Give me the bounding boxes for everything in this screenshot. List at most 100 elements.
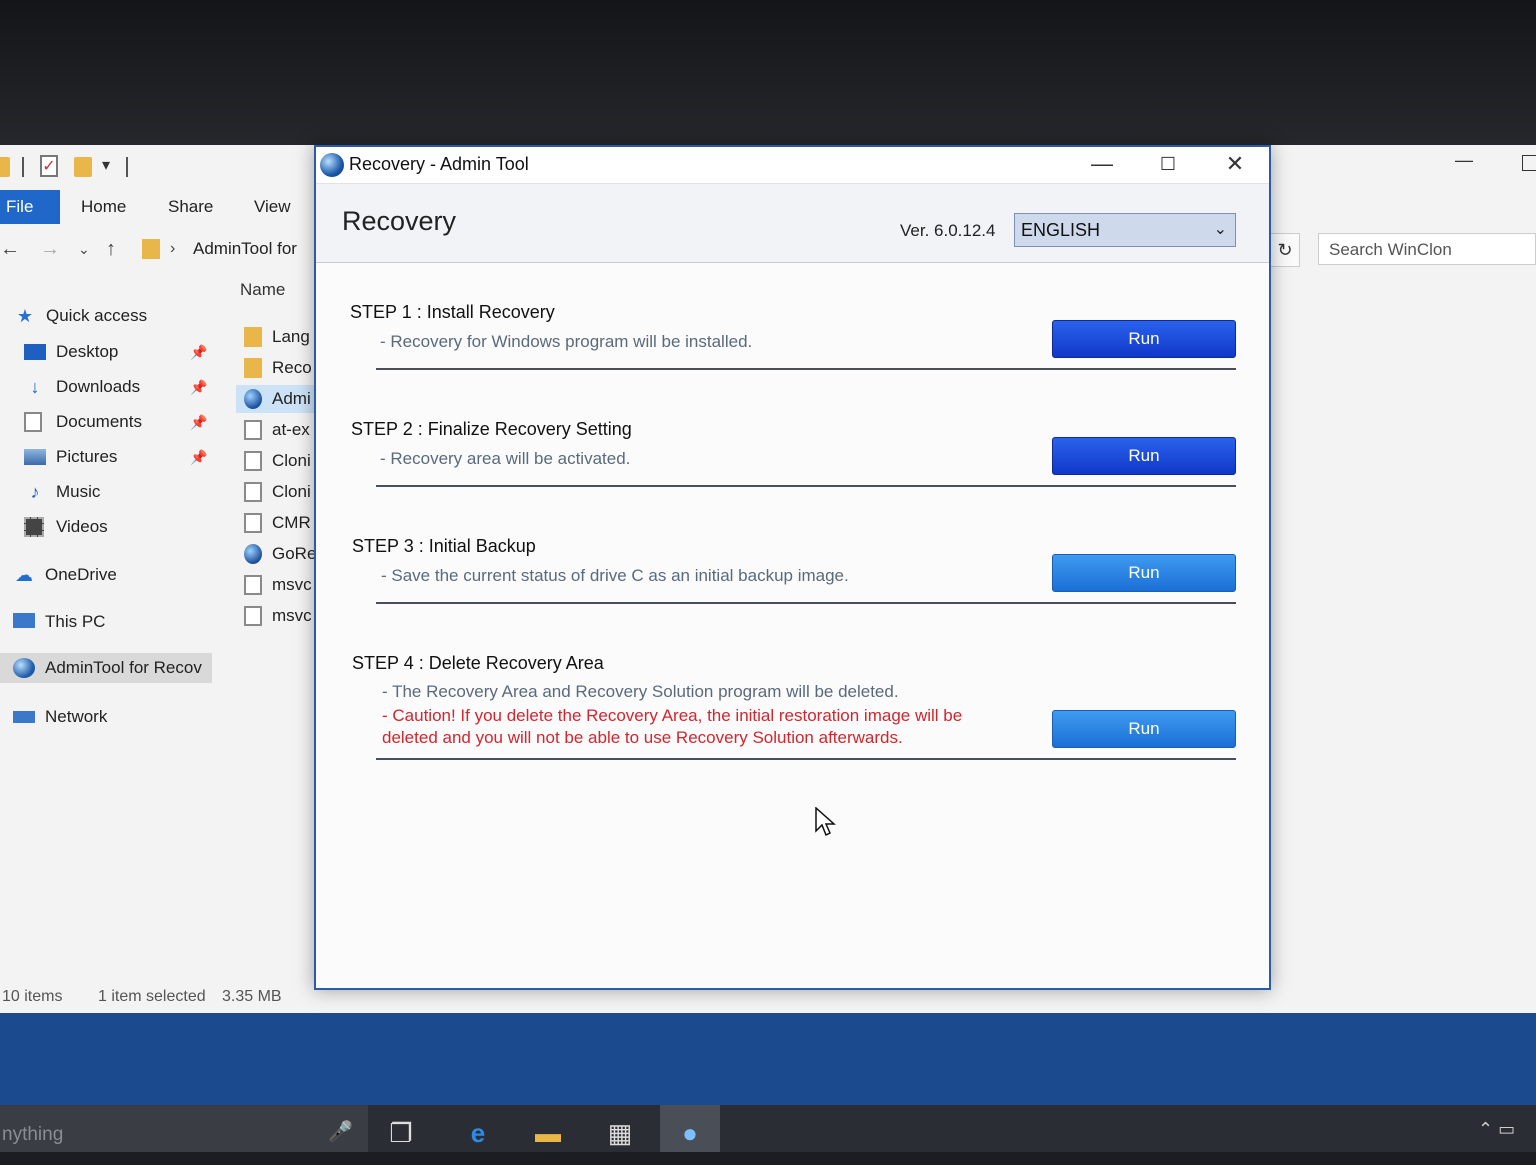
folder-icon xyxy=(142,239,160,259)
globe-icon xyxy=(244,389,262,409)
close-button[interactable]: ✕ xyxy=(1205,147,1265,181)
file-name: Admi xyxy=(272,389,311,408)
customize-toolbar-icon[interactable]: ▾ xyxy=(102,155,110,175)
language-select[interactable]: ENGLISH ⌄ xyxy=(1014,213,1236,247)
step-3-title: STEP 3 : Initial Backup xyxy=(352,536,536,556)
list-item[interactable]: msvc xyxy=(236,602,316,630)
step-divider xyxy=(376,602,1236,604)
file-name: Reco xyxy=(272,358,312,377)
folder-icon xyxy=(244,327,262,347)
step-4-warning: - Caution! If you delete the Recovery Ar… xyxy=(382,706,963,747)
list-item[interactable]: Cloni xyxy=(236,478,316,506)
up-arrow-icon[interactable]: ↑ xyxy=(106,233,116,265)
sidebar-item-pictures[interactable]: Pictures 📌 xyxy=(24,442,214,472)
file-explorer-icon[interactable]: ▬ xyxy=(518,1105,578,1152)
tab-file[interactable]: File xyxy=(0,190,60,224)
file-icon xyxy=(244,482,262,502)
folder-icon[interactable] xyxy=(0,157,10,177)
sidebar-item-label: Music xyxy=(56,482,101,501)
file-name: msvc xyxy=(272,575,312,594)
toolbar-separator xyxy=(126,157,128,177)
sidebar-item-label: Documents xyxy=(56,412,142,431)
step-2-title: STEP 2 : Finalize Recovery Setting xyxy=(351,419,632,439)
desktop-icon xyxy=(24,344,46,360)
film-icon xyxy=(24,517,44,537)
store-icon[interactable]: ▦ xyxy=(590,1105,650,1152)
maximize-button[interactable] xyxy=(1522,155,1536,171)
dialog-titlebar: Recovery - Admin Tool — ☐ ✕ xyxy=(316,147,1269,184)
edge-browser-icon[interactable]: e xyxy=(448,1105,508,1152)
chevron-down-icon: ⌄ xyxy=(1213,221,1227,238)
step-1-run-button[interactable]: Run xyxy=(1052,320,1236,358)
minimize-button[interactable]: — xyxy=(1072,147,1132,181)
column-header-name[interactable]: Name xyxy=(240,280,285,300)
file-name: GoRe xyxy=(272,544,316,563)
screen-bezel xyxy=(0,0,1536,145)
language-value: ENGLISH xyxy=(1021,220,1101,240)
tab-share[interactable]: Share xyxy=(168,190,213,224)
chevron-right-icon[interactable]: › xyxy=(170,233,175,265)
tray-chevron-up-icon[interactable]: ⌃ ▭ xyxy=(1478,1119,1515,1140)
properties-icon[interactable]: ✓ xyxy=(40,155,58,177)
step-3-description: - Save the current status of drive C as … xyxy=(381,566,849,585)
file-name: at-ex xyxy=(272,420,310,439)
list-item[interactable]: GoRe xyxy=(236,540,316,568)
ribbon-tabs: File Home Share View xyxy=(0,190,320,224)
list-item[interactable]: CMR xyxy=(236,509,316,537)
sidebar-item-label: Desktop xyxy=(56,342,119,361)
file-name: msvc xyxy=(272,606,312,625)
address-bar: ← → ⌄ ↑ › AdminTool for xyxy=(0,233,320,265)
explorer-right-area: — ↻ Search WinClon xyxy=(1270,145,1536,1015)
selection-size: 3.35 MB xyxy=(222,988,282,1005)
music-note-icon: ♪ xyxy=(30,482,40,502)
back-arrow-icon[interactable]: ← xyxy=(0,233,20,265)
step-divider xyxy=(376,485,1236,487)
recent-locations-icon[interactable]: ⌄ xyxy=(78,233,90,265)
step-3-run-button[interactable]: Run xyxy=(1052,554,1236,592)
status-bar: 10 items 1 item selected 3.35 MB xyxy=(0,988,320,1012)
globe-icon xyxy=(244,544,262,564)
step-4-run-button[interactable]: Run xyxy=(1052,710,1236,748)
file-name: Cloni xyxy=(272,451,311,470)
list-item[interactable]: Reco xyxy=(236,354,316,382)
pin-icon[interactable]: 📌 xyxy=(190,337,207,367)
pin-icon[interactable]: 📌 xyxy=(190,407,207,437)
file-icon xyxy=(244,451,262,471)
minimize-button[interactable]: — xyxy=(1455,150,1473,171)
sidebar-item-label: Downloads xyxy=(56,377,141,396)
cloud-icon: ☁ xyxy=(15,565,33,585)
taskbar-search-input[interactable]: nything xyxy=(0,1105,368,1152)
item-count: 10 items xyxy=(2,988,63,1005)
list-item[interactable]: msvc xyxy=(236,571,316,599)
pin-icon[interactable]: 📌 xyxy=(190,442,207,472)
step-2-run-button[interactable]: Run xyxy=(1052,437,1236,475)
maximize-button[interactable]: ☐ xyxy=(1138,147,1198,181)
sidebar-item-downloads[interactable]: ↓ Downloads 📌 xyxy=(24,372,214,402)
download-arrow-icon: ↓ xyxy=(30,377,40,397)
tab-home[interactable]: Home xyxy=(81,190,126,224)
list-item[interactable]: Lang xyxy=(236,323,316,351)
sidebar-item-label: OneDrive xyxy=(45,565,117,584)
pin-icon[interactable]: 📌 xyxy=(190,372,207,402)
refresh-icon[interactable]: ↻ xyxy=(1270,233,1300,267)
list-item[interactable]: Cloni xyxy=(236,447,316,475)
sidebar-item-documents[interactable]: Documents 📌 xyxy=(24,407,214,437)
globe-icon[interactable]: ● xyxy=(660,1105,720,1152)
list-item[interactable]: Admi xyxy=(236,385,316,413)
search-input[interactable]: Search WinClon xyxy=(1318,233,1536,265)
sidebar-item-desktop[interactable]: Desktop 📌 xyxy=(24,337,214,367)
tab-view[interactable]: View xyxy=(254,190,291,224)
address-path[interactable]: AdminTool for xyxy=(193,233,297,265)
star-icon: ★ xyxy=(16,306,34,326)
search-text: nything xyxy=(2,1124,64,1145)
new-folder-icon[interactable] xyxy=(74,157,92,177)
list-item[interactable]: at-ex xyxy=(236,416,316,444)
globe-icon xyxy=(320,153,344,177)
task-view-icon[interactable]: ❐ xyxy=(371,1105,431,1152)
sidebar-item-admintool[interactable]: AdminTool for Recov xyxy=(0,653,212,683)
network-icon xyxy=(13,711,35,723)
recovery-admin-tool-dialog: Recovery - Admin Tool — ☐ ✕ Recovery Ver… xyxy=(314,145,1271,990)
folder-icon xyxy=(244,358,262,378)
microphone-icon[interactable]: 🎤 xyxy=(328,1119,353,1144)
forward-arrow-icon[interactable]: → xyxy=(40,233,60,265)
